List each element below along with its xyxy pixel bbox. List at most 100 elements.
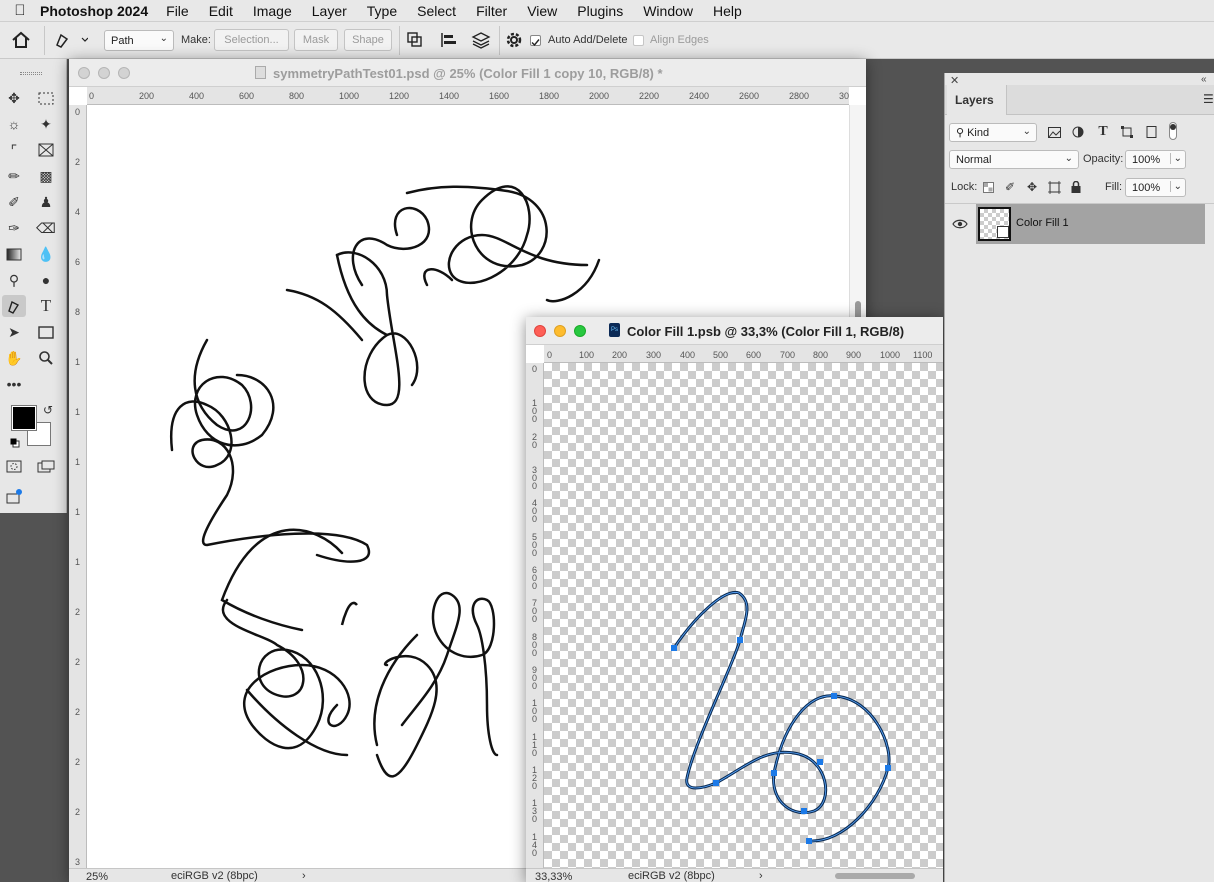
menu-view[interactable]: View <box>527 3 557 19</box>
filter-toggle-switch[interactable] <box>1169 122 1177 140</box>
lock-artboard-icon[interactable] <box>1046 179 1062 195</box>
layer-row[interactable]: Color Fill 1 <box>945 204 1205 244</box>
type-filter-icon[interactable]: T <box>1095 124 1111 140</box>
eraser-icon[interactable]: ⌫ <box>34 217 58 239</box>
crop-tool-icon[interactable]: ⌜ <box>2 139 26 161</box>
horizontal-ruler[interactable]: 0 200 400 600 800 1000 1200 1400 1600 18… <box>87 87 849 105</box>
menu-type[interactable]: Type <box>367 3 397 19</box>
history-brush-icon[interactable]: ✑ <box>2 217 26 239</box>
adjustment-filter-icon[interactable] <box>1070 124 1086 140</box>
auto-add-delete-checkbox[interactable] <box>530 35 541 47</box>
psb-vertical-ruler[interactable]: 0 1 0 0 2 0 3 0 0 4 0 0 5 0 0 6 0 0 7 0 … <box>526 363 544 868</box>
document-titlebar[interactable]: symmetryPathTest01.psd @ 25% (Color Fill… <box>69 59 866 87</box>
psb-horizontal-scroll-thumb[interactable] <box>835 873 915 879</box>
apple-icon[interactable]:  <box>0 2 40 19</box>
layer-thumbnail <box>978 207 1011 241</box>
brush-tool-icon[interactable]: ✐ <box>2 191 26 213</box>
status-chevron-icon[interactable]: › <box>302 870 306 882</box>
shape-filter-icon[interactable] <box>1119 124 1135 140</box>
collapse-panel-icon[interactable]: « <box>1201 74 1207 85</box>
menu-file[interactable]: File <box>166 3 189 19</box>
magic-wand-icon[interactable]: ✦ <box>34 113 58 135</box>
lock-pixels-icon[interactable]: ✐ <box>1002 179 1018 195</box>
hand-tool-icon[interactable]: ✋ <box>2 347 26 369</box>
color-profile[interactable]: eciRGB v2 (8bpc) <box>171 870 258 882</box>
opacity-input[interactable]: 100% ⌄ <box>1125 150 1186 169</box>
rectangle-tool-icon[interactable] <box>34 321 58 343</box>
menu-window[interactable]: Window <box>643 3 693 19</box>
fill-label: Fill: <box>1105 181 1123 193</box>
panel-grip[interactable] <box>20 72 42 75</box>
layers-tab-bar: Layers ☰ <box>945 85 1214 115</box>
default-colors-icon[interactable] <box>10 437 20 448</box>
minimize-window-button[interactable] <box>554 325 566 337</box>
path-alignment-icon[interactable] <box>440 31 458 49</box>
layer-name[interactable]: Color Fill 1 <box>1016 217 1069 229</box>
foreground-color-swatch[interactable] <box>11 405 37 431</box>
menu-layer[interactable]: Layer <box>312 3 347 19</box>
menu-image[interactable]: Image <box>253 3 292 19</box>
menu-plugins[interactable]: Plugins <box>577 3 623 19</box>
menu-select[interactable]: Select <box>417 3 456 19</box>
psb-zoom-level[interactable]: 33,33% <box>535 871 572 882</box>
fill-input[interactable]: 100% ⌄ <box>1125 178 1186 197</box>
lock-position-icon[interactable]: ✥ <box>1024 179 1040 195</box>
path-mode-select[interactable]: Path ⌄ <box>104 30 174 51</box>
status-chevron-icon[interactable]: › <box>759 870 763 882</box>
healing-brush-icon[interactable]: ▩ <box>34 165 58 187</box>
type-tool-icon[interactable]: T <box>34 295 58 317</box>
minimize-window-button[interactable] <box>98 67 110 79</box>
layers-tab[interactable]: Layers <box>947 85 1007 115</box>
quick-mask-icon[interactable] <box>2 455 26 477</box>
lock-transparent-icon[interactable] <box>980 179 996 195</box>
psb-color-profile[interactable]: eciRGB v2 (8bpc) <box>628 870 715 882</box>
blend-mode-select[interactable]: Normal ⌄ <box>949 150 1079 169</box>
psb-canvas-area[interactable] <box>544 363 943 868</box>
vertical-ruler[interactable]: 0 2 4 6 8 1 1 1 1 1 2 2 2 2 2 3 <box>69 105 87 868</box>
swap-colors-icon[interactable]: ↺ <box>43 403 53 417</box>
app-menu[interactable]: Photoshop 2024 <box>40 3 148 19</box>
gradient-tool-icon[interactable] <box>2 243 26 265</box>
path-operations-icon[interactable] <box>406 31 424 49</box>
pen-tool-preset-icon[interactable] <box>52 30 89 50</box>
screen-mode-icon[interactable] <box>34 455 58 477</box>
make-shape-button[interactable]: Shape <box>344 29 392 51</box>
menu-help[interactable]: Help <box>713 3 742 19</box>
burn-tool-icon[interactable]: ● <box>34 269 58 291</box>
smart-object-filter-icon[interactable] <box>1143 124 1159 140</box>
rectangular-marquee-icon[interactable] <box>34 87 58 109</box>
make-selection-button[interactable]: Selection... <box>214 29 289 51</box>
align-edges-checkbox[interactable] <box>633 35 644 46</box>
close-window-button[interactable] <box>78 67 90 79</box>
blur-tool-icon[interactable]: 💧 <box>34 243 58 265</box>
clone-stamp-icon[interactable]: ♟ <box>34 191 58 213</box>
psb-horizontal-ruler[interactable]: 0 100 200 300 400 500 600 700 800 900 10… <box>544 345 943 363</box>
panel-menu-icon[interactable]: ☰ <box>1203 92 1214 106</box>
visibility-eye-icon[interactable] <box>952 217 968 231</box>
menu-edit[interactable]: Edit <box>209 3 233 19</box>
menu-filter[interactable]: Filter <box>476 3 507 19</box>
object-selection-icon[interactable]: ☼ <box>2 113 26 135</box>
zoom-tool-icon[interactable] <box>34 347 58 369</box>
generative-icon[interactable] <box>2 485 26 507</box>
layer-row-highlight[interactable]: Color Fill 1 <box>976 204 1205 244</box>
psb-titlebar[interactable]: Ps Color Fill 1.psb @ 33,3% (Color Fill … <box>526 317 943 345</box>
path-selection-icon[interactable]: ➤ <box>2 321 26 343</box>
zoom-level[interactable]: 25% <box>86 871 108 882</box>
make-mask-button[interactable]: Mask <box>294 29 338 51</box>
layer-filter-select[interactable]: ⚲ Kind ⌄ <box>949 123 1037 142</box>
zoom-window-button[interactable] <box>574 325 586 337</box>
close-window-button[interactable] <box>534 325 546 337</box>
lock-all-icon[interactable] <box>1068 179 1084 195</box>
image-filter-icon[interactable] <box>1046 124 1062 140</box>
path-arrangement-icon[interactable] <box>470 30 492 50</box>
frame-tool-icon[interactable] <box>34 139 58 161</box>
pen-tool-icon[interactable] <box>2 295 26 317</box>
dodge-tool-icon[interactable]: ⚲ <box>2 269 26 291</box>
eyedropper-icon[interactable]: ✏ <box>2 165 26 187</box>
zoom-window-button[interactable] <box>118 67 130 79</box>
more-tools-icon[interactable]: ••• <box>2 373 26 395</box>
gear-icon[interactable] <box>505 31 523 49</box>
home-icon[interactable] <box>10 30 32 50</box>
move-tool-icon[interactable]: ✥ <box>2 87 26 109</box>
